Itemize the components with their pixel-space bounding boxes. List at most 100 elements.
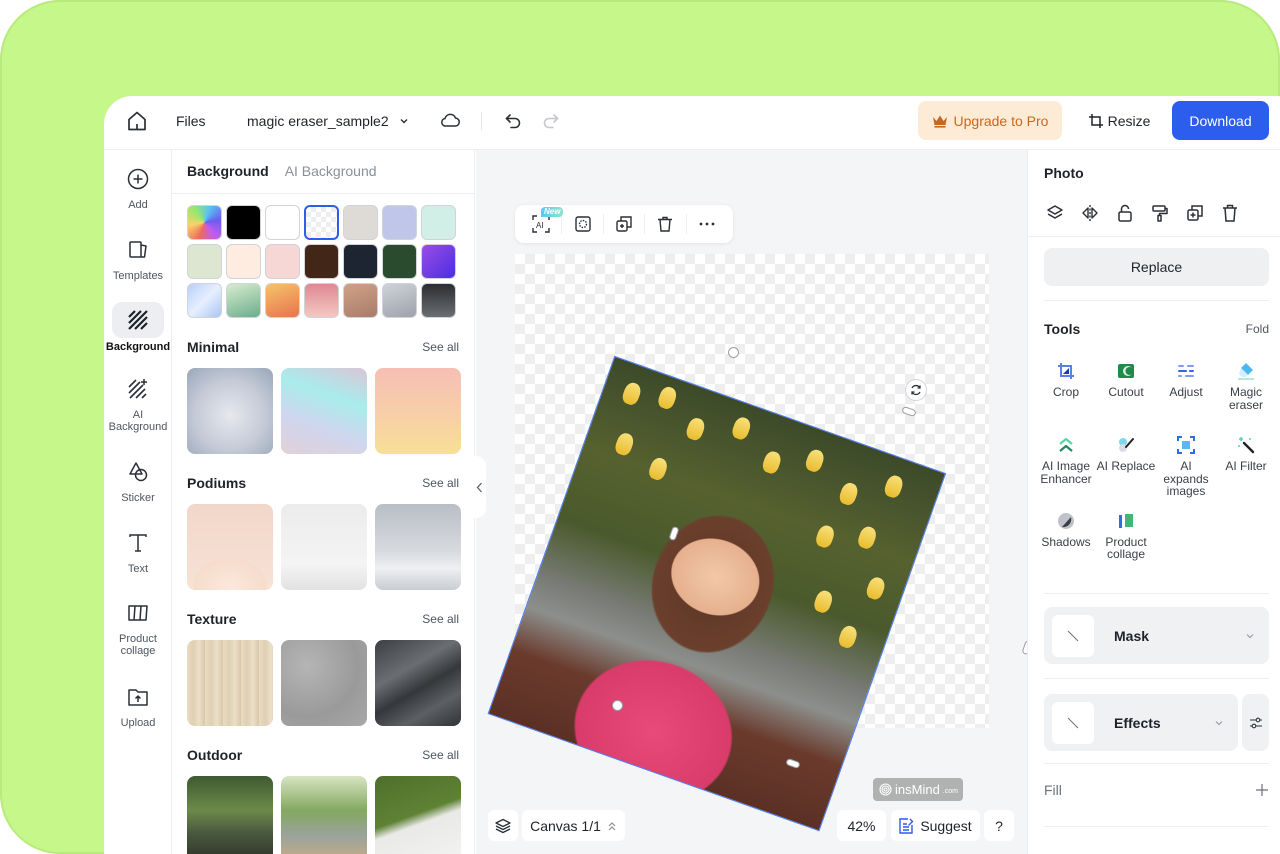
swatch-rainbow-gradient[interactable] [187, 205, 222, 240]
swatch-charcoal-gradient[interactable] [421, 283, 456, 318]
outdoor-thumb-1[interactable] [187, 776, 273, 854]
rail-item-sticker[interactable]: Sticker [104, 455, 172, 504]
mask-accordion[interactable]: Mask [1044, 607, 1269, 664]
flip-button[interactable] [1079, 202, 1100, 223]
rail-item-ai-background[interactable]: AI Background [104, 372, 172, 433]
swatch-sky-gradient[interactable] [187, 283, 222, 318]
collapse-panel-handle[interactable] [472, 456, 486, 518]
help-button[interactable]: ? [984, 810, 1014, 841]
canvas-pages-button[interactable]: Canvas 1/1 [522, 810, 625, 841]
swatch-mint[interactable] [421, 205, 456, 240]
see-all-link[interactable]: See all [422, 340, 459, 354]
file-name-dropdown[interactable]: magic eraser_sample2 [247, 113, 409, 129]
tool-magic-eraser[interactable]: Magic eraser [1216, 360, 1276, 422]
minimal-thumb-3[interactable] [375, 368, 461, 454]
cloud-sync-icon[interactable] [439, 111, 461, 131]
rail-item-text[interactable]: Text [104, 526, 172, 575]
swatch-rose-gradient[interactable] [304, 283, 339, 318]
tool-adjust[interactable]: Adjust [1156, 360, 1216, 422]
swatch-transparent[interactable] [304, 205, 339, 240]
podiums-thumb-3[interactable] [375, 504, 461, 590]
rail-item-background[interactable]: Background [104, 302, 172, 353]
tool-product-collage[interactable]: Product collage [1096, 510, 1156, 572]
replace-button[interactable]: Replace [1044, 248, 1269, 286]
tool-ai-expands-images[interactable]: AI expands images [1156, 434, 1216, 498]
swatch-silver-gradient[interactable] [382, 283, 417, 318]
tab-background[interactable]: Background [187, 163, 269, 179]
tool-cutout[interactable]: Cutout [1096, 360, 1156, 422]
layers-button[interactable] [488, 810, 518, 841]
rail-item-templates[interactable]: Templates [104, 233, 172, 282]
delete-photo-button[interactable] [1219, 202, 1240, 223]
podiums-thumb-2[interactable] [281, 504, 367, 590]
undo-icon[interactable] [503, 111, 523, 131]
swatch-white[interactable] [265, 205, 300, 240]
see-all-link[interactable]: See all [422, 612, 459, 626]
layer-order-button[interactable] [1044, 202, 1065, 223]
copy-style-button[interactable] [1149, 202, 1170, 223]
lock-button[interactable] [1114, 202, 1135, 223]
rail-item-add[interactable]: Add [104, 162, 172, 211]
tool-shadows[interactable]: Shadows [1036, 510, 1096, 572]
swatch-warm-gray[interactable] [343, 205, 378, 240]
outdoor-thumb-3[interactable] [375, 776, 461, 854]
resize-handle-top-left[interactable] [728, 347, 739, 358]
swatch-cream[interactable] [226, 244, 261, 279]
swatch-navy[interactable] [343, 244, 378, 279]
home-icon[interactable] [126, 110, 148, 132]
see-all-link[interactable]: See all [422, 748, 459, 762]
files-link[interactable]: Files [176, 113, 206, 129]
tool-label: Adjust [1169, 385, 1203, 399]
swatch-green-gradient[interactable] [226, 283, 261, 318]
tab-ai-background[interactable]: AI Background [285, 163, 377, 179]
tool-ai-filter[interactable]: AI Filter [1216, 434, 1276, 498]
swatch-tan-gradient[interactable] [343, 283, 378, 318]
delete-button[interactable] [645, 209, 685, 239]
texture-thumb-1[interactable] [187, 640, 273, 726]
swatch-sage[interactable] [187, 244, 222, 279]
duplicate-button[interactable] [604, 209, 644, 239]
svg-text:AI: AI [536, 221, 544, 230]
fold-link[interactable]: Fold [1246, 322, 1269, 336]
tool-ai-image-enhancer[interactable]: AI Image Enhancer [1036, 434, 1096, 498]
more-options-button[interactable] [687, 209, 727, 239]
plus-icon[interactable] [1255, 783, 1269, 797]
download-button[interactable]: Download [1172, 101, 1269, 140]
swatch-violet-gradient[interactable] [421, 244, 456, 279]
swatch-blush[interactable] [265, 244, 300, 279]
texture-thumb-2[interactable] [281, 640, 367, 726]
swatch-orange-gradient[interactable] [265, 283, 300, 318]
see-all-link[interactable]: See all [422, 476, 459, 490]
swatch-forest[interactable] [382, 244, 417, 279]
tool-label: Shadows [1041, 534, 1091, 549]
effects-settings-button[interactable] [1242, 694, 1269, 751]
upgrade-to-pro-button[interactable]: Upgrade to Pro [918, 101, 1062, 140]
section-title: Minimal [187, 339, 240, 355]
zoom-level-button[interactable]: 42% [837, 810, 886, 841]
toolbar-divider [481, 112, 482, 130]
outdoor-thumb-2[interactable] [281, 776, 367, 854]
collage-icon [128, 605, 148, 621]
tool-crop[interactable]: Crop [1036, 360, 1096, 422]
ai-select-button[interactable]: AI New [521, 207, 564, 239]
minimal-thumb-2[interactable] [281, 368, 367, 454]
effects-accordion[interactable]: Effects [1044, 694, 1238, 751]
podiums-thumb-1[interactable] [187, 504, 273, 590]
swatch-black[interactable] [226, 205, 261, 240]
select-frame-button[interactable] [562, 209, 602, 239]
minimal-thumb-1[interactable] [187, 368, 273, 454]
redo-icon[interactable] [541, 111, 561, 131]
swatch-chocolate[interactable] [304, 244, 339, 279]
rail-item-upload[interactable]: Upload [104, 680, 172, 729]
tool-ai-replace[interactable]: AI Replace [1096, 434, 1156, 498]
panel-tabs: Background AI Background [187, 163, 377, 179]
resize-handle-bottom-left[interactable] [612, 700, 623, 711]
resize-button[interactable]: Resize [1079, 101, 1159, 140]
swatch-lavender[interactable] [382, 205, 417, 240]
duplicate-photo-button[interactable] [1184, 202, 1205, 223]
rail-item-product-collage[interactable]: Product collage [104, 596, 172, 657]
watermark-suffix: .com [942, 788, 958, 795]
rotate-handle[interactable] [905, 379, 927, 401]
texture-thumb-3[interactable] [375, 640, 461, 726]
suggest-button[interactable]: Suggest [891, 810, 980, 841]
